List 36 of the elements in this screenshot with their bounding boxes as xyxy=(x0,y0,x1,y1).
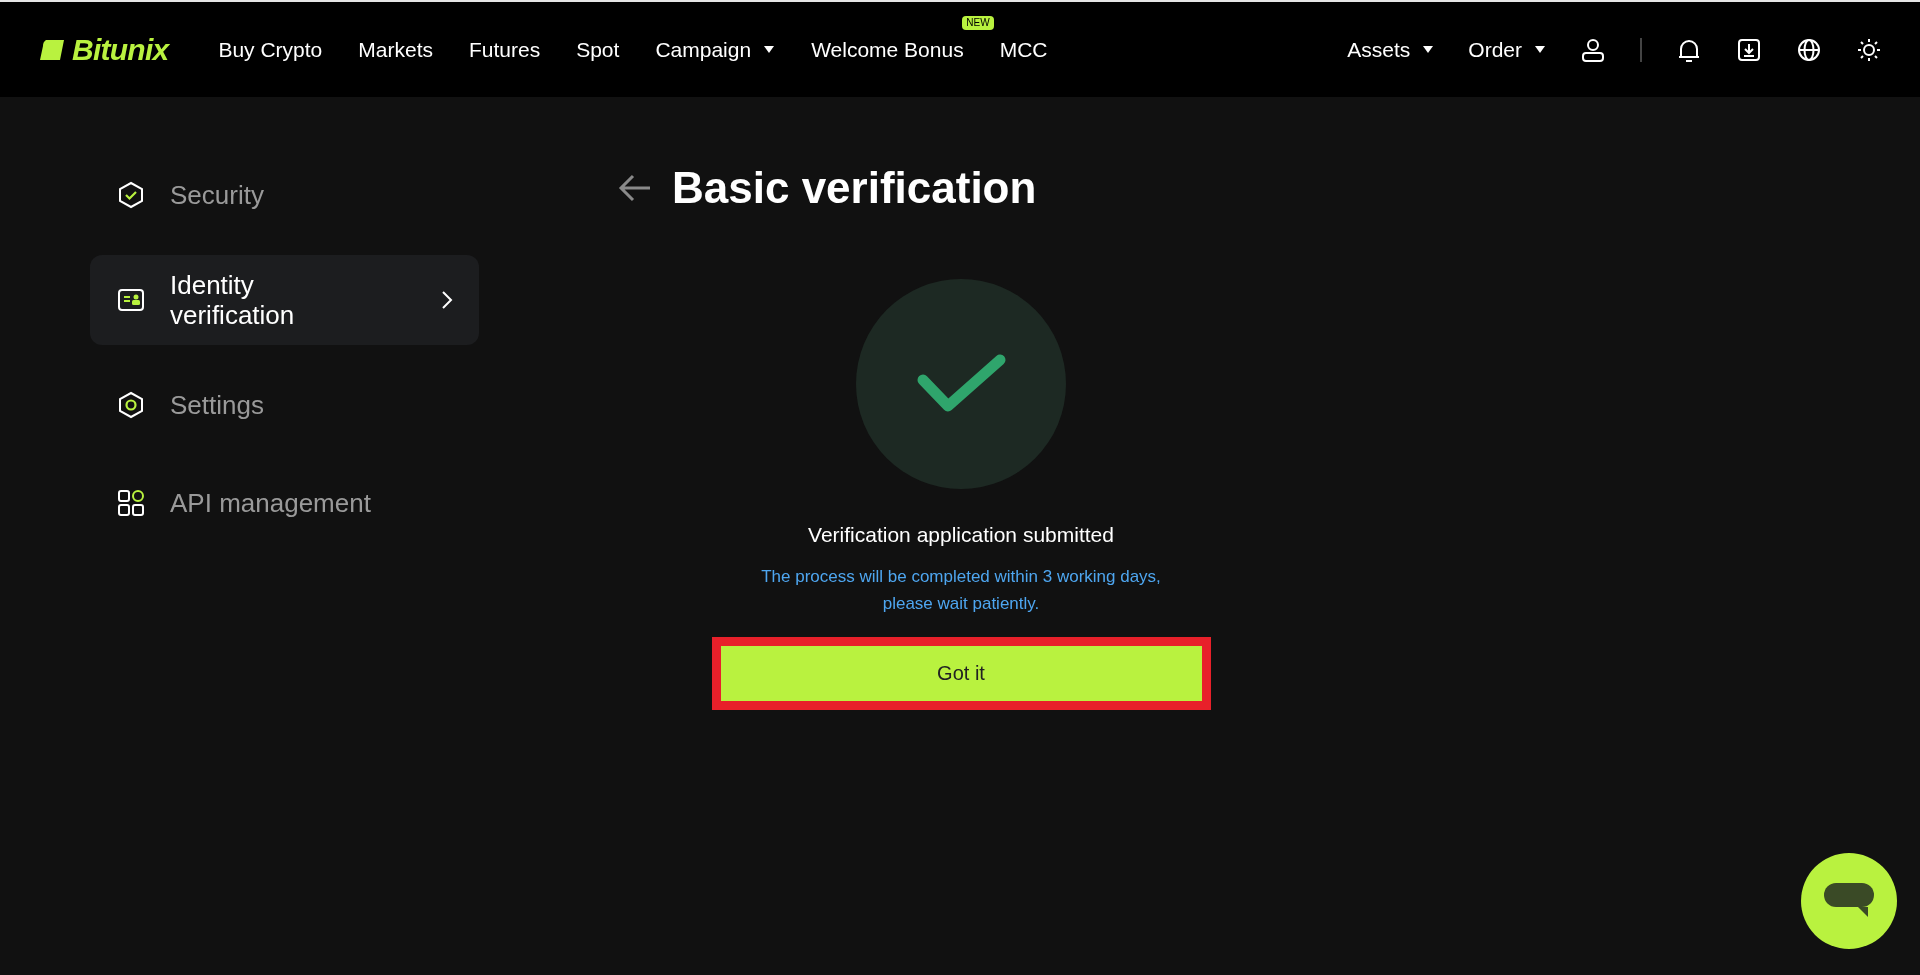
caret-icon xyxy=(763,45,776,54)
grid-icon xyxy=(116,488,146,518)
nav-link[interactable]: MCC xyxy=(999,33,1048,66)
sidebar-item[interactable]: Identity verification xyxy=(90,255,479,345)
globe-icon[interactable] xyxy=(1796,36,1822,63)
nav-link[interactable]: Spot xyxy=(576,33,620,66)
download-icon[interactable] xyxy=(1736,36,1762,63)
chat-bubble-icon xyxy=(1824,883,1874,919)
page-title: Basic verification xyxy=(672,162,1037,214)
sun-icon[interactable] xyxy=(1856,36,1882,63)
logo-text[interactable]: Bitunix xyxy=(72,27,169,72)
sidebar-item-label: Security xyxy=(170,178,264,212)
nav-link[interactable]: Futures xyxy=(469,33,541,66)
sidebar-item[interactable]: API management xyxy=(90,465,479,541)
sidebar-item-label: Settings xyxy=(170,388,264,422)
sidebar-item[interactable]: Settings xyxy=(90,367,479,443)
status-message: Verification application submitted xyxy=(808,522,1114,548)
hexagon-settings-icon xyxy=(116,390,146,420)
chevron-right-icon xyxy=(441,290,453,310)
nav-link[interactable]: Markets xyxy=(358,33,433,66)
nav-link[interactable]: Buy Crypto xyxy=(218,33,323,66)
info-message: The process will be completed within 3 working days, please wait patiently. xyxy=(760,565,1162,615)
menu-link[interactable]: Order xyxy=(1468,33,1546,66)
got-it-button[interactable]: Got it xyxy=(720,645,1202,701)
user-icon[interactable] xyxy=(1580,36,1606,63)
sidebar-item-label: Identity verification xyxy=(170,270,296,330)
nav-link[interactable]: Campaign xyxy=(655,33,776,66)
sidebar-item-label: API management xyxy=(170,486,371,520)
sidebar-item[interactable]: Security xyxy=(90,157,479,233)
new-badge: NEW xyxy=(962,15,994,30)
nav-link[interactable]: Welcome Bonus xyxy=(811,33,964,66)
menu-link[interactable]: Assets xyxy=(1347,33,1435,66)
caret-icon xyxy=(1422,45,1435,54)
caret-icon xyxy=(1534,45,1546,54)
back-arrow-icon[interactable] xyxy=(618,173,652,203)
shield-check-icon xyxy=(116,180,146,210)
